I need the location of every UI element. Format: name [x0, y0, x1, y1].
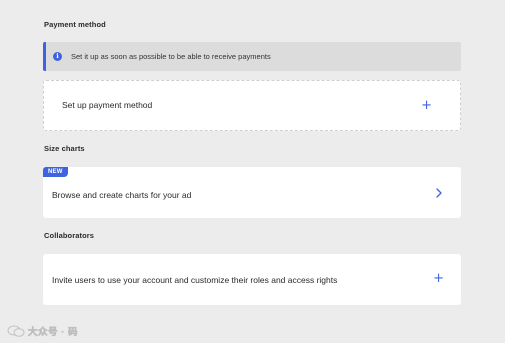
plus-icon[interactable]: +	[433, 272, 444, 285]
plus-icon[interactable]: +	[421, 99, 432, 112]
new-badge: NEW	[43, 167, 68, 177]
setup-payment-method-label: Set up payment method	[62, 99, 153, 110]
watermark-text: 大众号 · 码	[28, 327, 78, 339]
watermark: 大众号 · 码	[7, 324, 78, 338]
browse-size-charts-card[interactable]: Browse and create charts for your ad	[43, 167, 461, 218]
chevron-right-icon[interactable]	[435, 187, 443, 198]
info-icon: i	[53, 52, 62, 61]
browse-size-charts-label: Browse and create charts for your ad	[52, 189, 192, 200]
size-charts-heading: Size charts	[44, 144, 85, 153]
wechat-logo-icon	[7, 325, 25, 337]
payment-info-banner: i Set it up as soon as possible to be ab…	[43, 42, 461, 71]
invite-collaborators-card[interactable]: Invite users to use your account and cus…	[43, 254, 461, 305]
payment-info-text: Set it up as soon as possible to be able…	[71, 52, 271, 61]
collaborators-heading: Collaborators	[44, 231, 95, 240]
setup-payment-method-card[interactable]: Set up payment method +	[43, 80, 461, 131]
settings-page: Payment method i Set it up as soon as po…	[0, 0, 505, 343]
invite-collaborators-label: Invite users to use your account and cus…	[52, 274, 338, 285]
payment-method-heading: Payment method	[44, 20, 106, 29]
